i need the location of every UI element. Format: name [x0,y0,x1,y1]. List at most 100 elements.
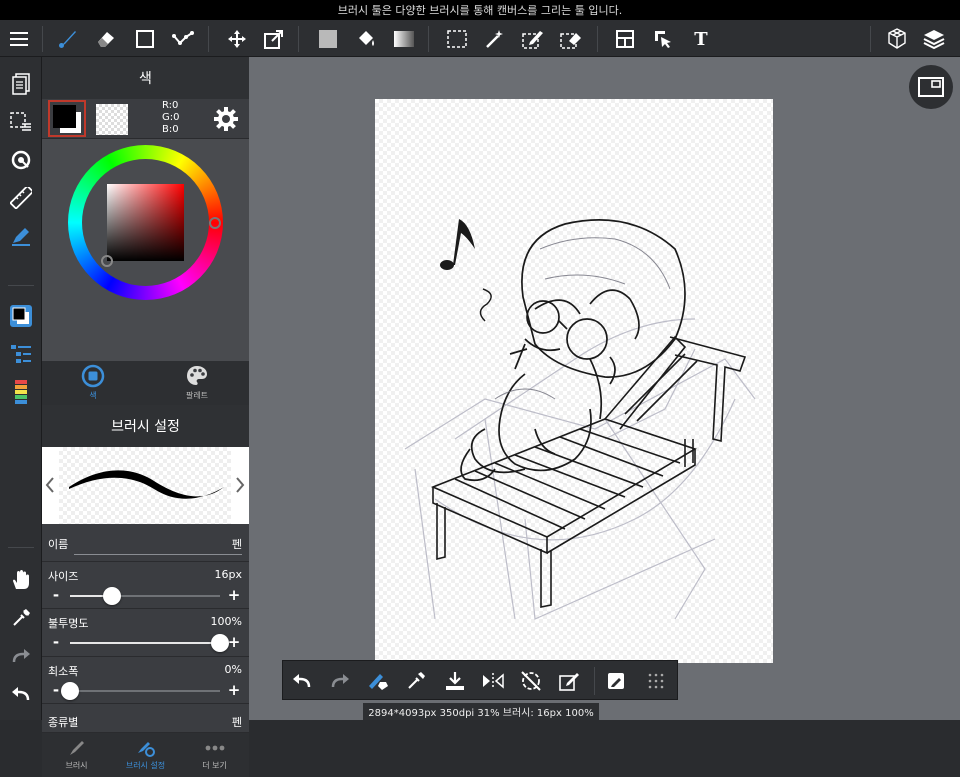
left-panel: 색 R:0 G:0 B:0 색 팔레트 브러시 설정 이름 펜 사이즈 16px… [42,57,249,777]
edit-selection-icon[interactable] [554,666,584,696]
snap-icon[interactable] [6,145,36,175]
operation-tool-icon[interactable] [648,24,678,54]
panel-bottom-tabs: 브러시 브러시 설정 더 보기 [42,733,249,777]
gradient-tool-icon[interactable] [389,24,419,54]
edit-layer-icon[interactable] [601,666,631,696]
brush-tab-icon [69,741,84,755]
gear-icon[interactable] [213,106,239,132]
color-tabs: 색 팔레트 [42,361,249,405]
brush-list-icon[interactable] [6,339,36,369]
secondary-color-swatch[interactable] [96,104,128,135]
move-tool-icon[interactable] [222,24,252,54]
color-panel-title: 색 [42,57,249,99]
pages-icon[interactable] [6,69,36,99]
undo-icon[interactable] [6,679,36,709]
transform-tool-icon[interactable] [259,24,289,54]
bucket-tool-icon[interactable] [351,24,381,54]
size-minus-button[interactable]: - [49,586,63,604]
brush-stroke-preview [69,470,224,499]
magic-wand-icon[interactable] [480,24,510,54]
ruler-icon[interactable] [6,183,36,213]
hue-picker-handle[interactable] [209,217,221,229]
size-slider[interactable] [70,587,220,605]
line-tool-icon[interactable] [168,24,198,54]
tab-brush-settings-label: 브러시 설정 [125,761,166,770]
tab-brush-label: 브러시 [65,761,88,770]
canvas-area[interactable]: 2894*4093px 350dpi 31% 브러시: 16px 100% [249,57,960,720]
chevron-right-icon[interactable] [234,475,246,495]
opacity-slider[interactable] [70,634,229,652]
tab-brush[interactable]: 브러시 [42,733,111,777]
eyedropper-icon[interactable] [401,666,431,696]
text-tool-icon[interactable]: T [686,24,716,54]
tab-brush-settings[interactable]: 브러시 설정 [111,733,180,777]
palette-layers-icon[interactable] [6,377,36,407]
brush-preview [42,447,249,524]
side-toolbar [0,57,42,720]
redo-icon[interactable] [325,666,355,696]
brush-name-label: 이름 [48,538,69,551]
hand-tool-icon[interactable] [6,565,36,595]
quick-toolbar [282,660,678,700]
select-layer-icon[interactable] [6,107,36,137]
view-toggle-button[interactable] [909,65,953,109]
brush-kind-row[interactable]: 종류별 펜 [42,704,249,733]
opacity-minus-button[interactable]: - [49,633,63,651]
size-plus-button[interactable]: + [227,586,241,604]
hint-text: 브러시 툴은 다양한 브러시를 통해 캔버스를 그리는 툴 입니다. [337,4,623,17]
min-width-row: 최소폭 0% - + [42,657,249,704]
brush-eraser-toggle-icon[interactable] [363,666,393,696]
brush-tool-icon[interactable] [52,24,82,54]
grid-menu-icon[interactable] [641,666,671,696]
canvas-status-text: 2894*4093px 350dpi 31% 브러시: 16px 100% [368,708,594,719]
eraser-tool-icon[interactable] [91,24,121,54]
color-swatch-icon[interactable] [6,301,36,331]
primary-color-swatch[interactable] [48,100,86,137]
select-pen-icon[interactable] [518,24,548,54]
palette-icon [187,366,207,385]
min-width-slider-knob[interactable] [61,682,79,700]
saturation-value-square[interactable] [107,184,184,261]
chevron-left-icon[interactable] [44,475,56,495]
sketch-artwork [404,219,756,620]
color-tab-icon [81,364,105,388]
select-tool-icon[interactable] [442,24,472,54]
drawing-canvas[interactable] [375,99,773,663]
flip-horizontal-icon[interactable] [478,666,508,696]
tab-more-label: 더 보기 [202,761,227,770]
select-eraser-icon[interactable] [556,24,586,54]
window-icon [918,77,944,97]
import-icon[interactable] [440,666,470,696]
size-row: 사이즈 16px - + [42,562,249,609]
tab-color-label: 색 [89,391,97,400]
frame-divider-icon[interactable] [610,24,640,54]
rectangle-tool-icon[interactable] [130,24,160,54]
canvas-status: 2894*4093px 350dpi 31% 브러시: 16px 100% [363,703,599,720]
opacity-plus-button[interactable]: + [227,633,241,651]
min-width-value: 0% [224,663,242,676]
min-width-slider[interactable] [61,682,220,700]
min-width-plus-button[interactable]: + [227,681,241,699]
menu-icon[interactable] [4,24,34,54]
tab-palette[interactable]: 팔레트 [167,364,227,404]
brush-settings-title: 브러시 설정 [42,405,249,447]
redo-icon[interactable] [6,641,36,671]
tab-more[interactable]: 더 보기 [180,733,249,777]
layers-icon[interactable] [919,24,949,54]
color-wheel-area [42,139,249,361]
tab-color[interactable]: 색 [63,364,123,404]
sv-picker-handle[interactable] [101,255,113,267]
3d-material-icon[interactable] [882,24,912,54]
stabilizer-pen-icon[interactable] [6,221,36,251]
brush-kind-value: 펜 [231,716,242,729]
brush-name-value: 펜 [231,538,242,551]
tab-palette-label: 팔레트 [185,391,209,400]
opacity-label: 불투명도 [48,617,89,630]
fill-color-icon[interactable] [313,24,343,54]
brush-name-row[interactable]: 이름 펜 [42,524,249,562]
undo-icon[interactable] [287,666,317,696]
rotate-reset-icon[interactable] [516,666,546,696]
size-slider-knob[interactable] [103,587,121,605]
rgb-r: R:0 [162,100,179,111]
eyedropper-icon[interactable] [6,603,36,633]
